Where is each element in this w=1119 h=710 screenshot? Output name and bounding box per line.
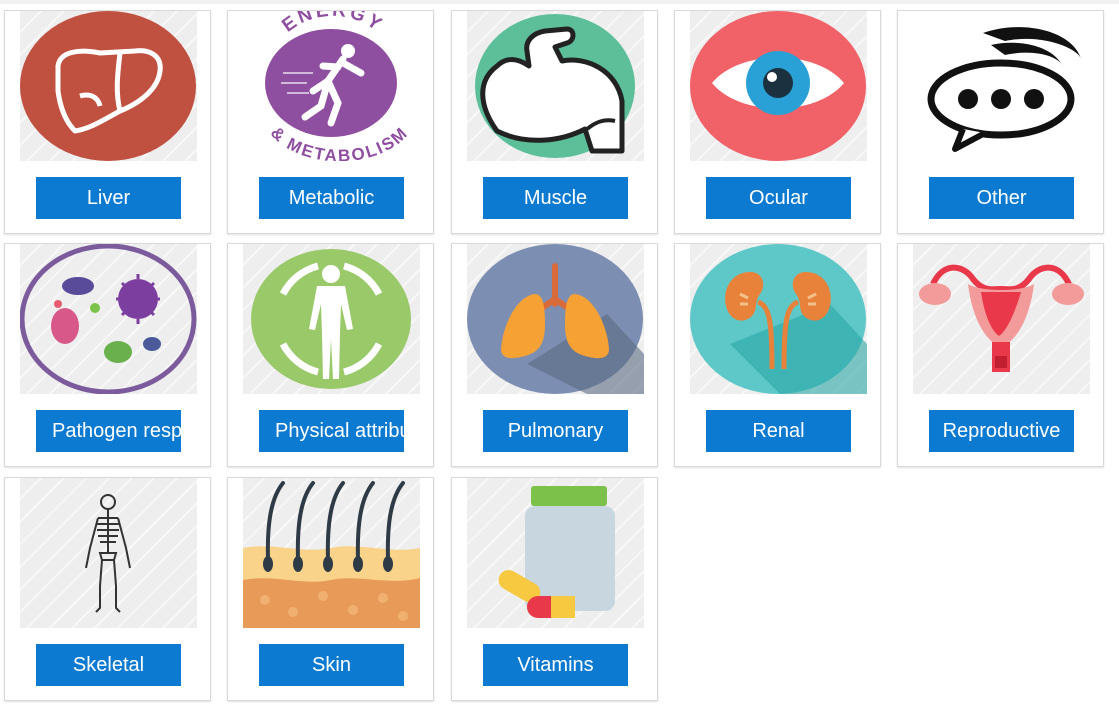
category-button-reproductive[interactable]: Reproductive	[929, 410, 1074, 452]
category-button-other[interactable]: Other	[929, 177, 1074, 219]
category-button-metabolic[interactable]: Metabolic	[259, 177, 404, 219]
uterus-icon	[913, 244, 1090, 394]
energy-metabolism-icon: ENERGY & METABOLISM	[243, 11, 420, 161]
category-label: Other	[976, 187, 1027, 209]
category-button-physical[interactable]: Physical attributes	[259, 410, 404, 452]
category-label: Reproductive	[942, 420, 1061, 442]
pathogen-icon	[20, 244, 197, 394]
category-button-skin[interactable]: Skin	[259, 644, 404, 686]
category-label: Skin	[312, 654, 351, 676]
category-label: Metabolic	[288, 187, 375, 209]
category-card-ocular[interactable]: Ocular	[674, 10, 881, 234]
category-label: Muscle	[523, 187, 588, 209]
speech-bubble-icon	[913, 11, 1090, 161]
category-button-pulmonary[interactable]: Pulmonary	[483, 410, 628, 452]
category-card-metabolic[interactable]: ENERGY & METABOLISM Metabolic	[227, 10, 434, 234]
category-label: Pathogen response	[52, 420, 181, 442]
category-card-pulmonary[interactable]: Pulmonary	[451, 243, 658, 467]
category-card-liver[interactable]: Liver	[4, 10, 211, 234]
human-body-icon	[243, 244, 420, 394]
lungs-icon	[467, 244, 644, 394]
vitamin-bottle-icon	[467, 478, 644, 628]
category-label: Pulmonary	[507, 420, 604, 442]
kidneys-icon	[690, 244, 867, 394]
category-label: Ocular	[749, 187, 808, 209]
category-card-skeletal[interactable]: Skeletal	[4, 477, 211, 701]
category-card-skin[interactable]: Skin	[227, 477, 434, 701]
category-card-other[interactable]: Other	[897, 10, 1104, 234]
category-label: Vitamins	[517, 654, 594, 676]
category-button-renal[interactable]: Renal	[706, 410, 851, 452]
category-button-pathogen[interactable]: Pathogen response	[36, 410, 181, 452]
top-bar	[0, 0, 1119, 4]
category-card-reproductive[interactable]: Reproductive	[897, 243, 1104, 467]
category-label: Renal	[752, 420, 805, 442]
category-card-muscle[interactable]: Muscle	[451, 10, 658, 234]
skin-hair-icon	[243, 478, 420, 628]
eye-icon	[690, 11, 867, 161]
category-label: Physical attributes	[275, 420, 404, 442]
category-button-liver[interactable]: Liver	[36, 177, 181, 219]
liver-icon	[20, 11, 197, 161]
category-label: Liver	[86, 187, 131, 209]
category-card-physical[interactable]: Physical attributes	[227, 243, 434, 467]
category-button-ocular[interactable]: Ocular	[706, 177, 851, 219]
category-button-skeletal[interactable]: Skeletal	[36, 644, 181, 686]
category-card-vitamins[interactable]: Vitamins	[451, 477, 658, 701]
category-button-muscle[interactable]: Muscle	[483, 177, 628, 219]
category-label: Skeletal	[72, 654, 145, 676]
category-card-renal[interactable]: Renal	[674, 243, 881, 467]
category-card-pathogen[interactable]: Pathogen response	[4, 243, 211, 467]
flexed-arm-icon	[467, 11, 644, 161]
skeleton-icon	[20, 478, 197, 628]
category-button-vitamins[interactable]: Vitamins	[483, 644, 628, 686]
